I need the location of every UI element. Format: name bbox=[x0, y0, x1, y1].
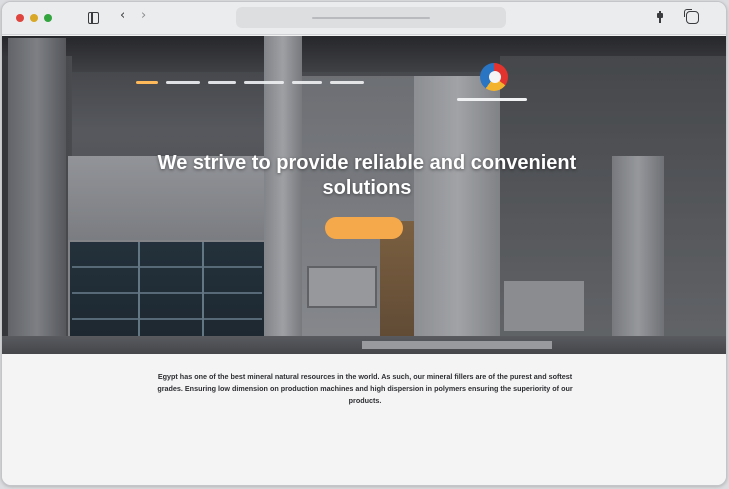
intro-section: Egypt has one of the best mineral natura… bbox=[2, 354, 726, 485]
nav-link[interactable] bbox=[244, 81, 284, 84]
close-window-button[interactable] bbox=[16, 14, 24, 22]
nav-link[interactable] bbox=[292, 81, 322, 84]
sidebar-toggle-icon[interactable] bbox=[88, 12, 99, 24]
nav-cta-link[interactable] bbox=[457, 98, 527, 101]
nav-link[interactable] bbox=[208, 81, 236, 84]
nav-link[interactable] bbox=[136, 81, 158, 84]
intro-paragraph: Egypt has one of the best mineral natura… bbox=[157, 372, 573, 405]
address-bar[interactable] bbox=[236, 7, 506, 28]
site-navigation bbox=[136, 81, 436, 85]
hero-title: We strive to provide reliable and conven… bbox=[157, 152, 577, 199]
maximize-window-button[interactable] bbox=[44, 14, 52, 22]
company-logo[interactable] bbox=[480, 63, 508, 91]
nav-link[interactable] bbox=[166, 81, 200, 84]
minimize-window-button[interactable] bbox=[30, 14, 38, 22]
forward-icon[interactable]: › bbox=[141, 9, 146, 22]
address-text bbox=[312, 17, 430, 19]
hero-section: We strive to provide reliable and conven… bbox=[2, 36, 726, 354]
share-icon[interactable] bbox=[657, 11, 663, 23]
nav-link[interactable] bbox=[330, 81, 364, 84]
browser-window: ‹ › We strive to provide reliable and co… bbox=[1, 1, 727, 486]
tabs-overview-icon[interactable] bbox=[684, 9, 699, 24]
hero-cta-button[interactable] bbox=[325, 217, 403, 239]
browser-toolbar: ‹ › bbox=[2, 2, 726, 35]
back-icon[interactable]: ‹ bbox=[120, 9, 125, 22]
